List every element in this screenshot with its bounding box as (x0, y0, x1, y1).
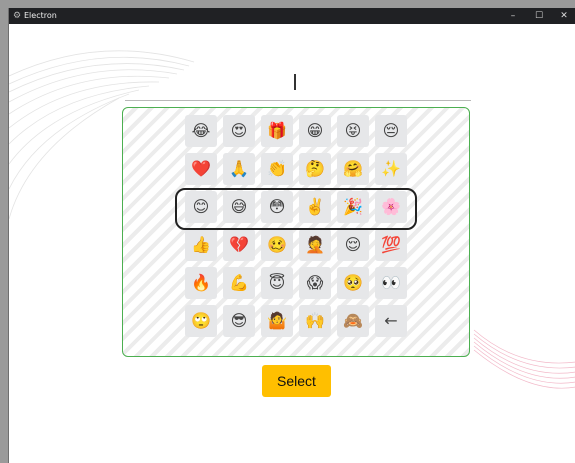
selected-row-highlight (175, 188, 417, 230)
emoji-button[interactable]: 😍 (223, 115, 255, 147)
backspace-arrow-icon: ← (384, 311, 398, 330)
emoji-glyph: ❤️ (191, 159, 211, 178)
emoji-glyph: 😍 (230, 121, 248, 140)
emoji-glyph: 🙄 (191, 311, 211, 330)
close-button[interactable]: ✕ (552, 8, 575, 24)
emoji-glyph: 👀 (381, 273, 401, 292)
select-button[interactable]: Select (262, 365, 331, 397)
emoji-button[interactable]: 💪 (223, 267, 255, 299)
emoji-button[interactable]: 😇 (261, 267, 293, 299)
emoji-button[interactable]: 😔 (375, 115, 407, 147)
emoji-glyph: 😝 (344, 121, 362, 140)
emoji-button[interactable]: 🤗 (337, 153, 369, 185)
emoji-button[interactable]: 👏 (261, 153, 293, 185)
emoji-glyph: 🙌 (305, 311, 325, 330)
emoji-glyph: 😔 (382, 121, 400, 140)
backspace-button[interactable]: ← (375, 305, 407, 337)
emoji-button[interactable]: 😂 (185, 115, 217, 147)
text-cursor (294, 74, 296, 90)
main-content: 😂 😍 🎁 😁 😝 😔 ❤️ 🙏 👏 🤔 🤗 ✨ 😊 😅 😳 ✌️ 🎉 🌸 👍 💔 🥴 🤦 😌 💯 🔥 💪 😇 😱 🥺 👀 🙄 😎 🤷 🙌 🙈 ← S… (9, 24, 575, 463)
emoji-button[interactable]: 😌 (337, 229, 369, 261)
emoji-glyph: ✨ (381, 159, 401, 178)
emoji-button[interactable]: 😎 (223, 305, 255, 337)
emoji-button[interactable]: 🙌 (299, 305, 331, 337)
emoji-glyph: 🔥 (191, 273, 211, 292)
emoji-glyph: 😎 (230, 311, 248, 330)
emoji-glyph: 😇 (268, 273, 286, 292)
emoji-glyph: 😂 (191, 121, 211, 140)
emoji-button[interactable]: 🙄 (185, 305, 217, 337)
emoji-button[interactable]: ✨ (375, 153, 407, 185)
emoji-panel (122, 107, 470, 357)
emoji-glyph: 🥺 (343, 273, 363, 292)
emoji-glyph: 🙏 (229, 159, 249, 178)
emoji-button[interactable]: 🥺 (337, 267, 369, 299)
emoji-glyph: 💔 (229, 235, 249, 254)
emoji-button[interactable]: ❤️ (185, 153, 217, 185)
app-window: ⚙ Electron – ☐ ✕ 😂 😍 🎁 😁 😝 😔 ❤️ 🙏 👏 🤔 🤗 … (8, 8, 575, 463)
title-bar: ⚙ Electron – ☐ ✕ (9, 8, 575, 24)
emoji-text-input[interactable] (125, 68, 471, 101)
emoji-button[interactable]: 👀 (375, 267, 407, 299)
emoji-glyph: 💯 (381, 235, 401, 254)
emoji-button[interactable]: 🤦 (299, 229, 331, 261)
emoji-button[interactable]: 🔥 (185, 267, 217, 299)
emoji-glyph: 😱 (306, 273, 324, 292)
emoji-button[interactable]: 😁 (299, 115, 331, 147)
gear-icon: ⚙ (13, 11, 22, 21)
emoji-glyph: 😌 (344, 235, 362, 254)
emoji-glyph: 🥴 (267, 235, 287, 254)
emoji-glyph: 🎁 (267, 121, 287, 140)
minimize-button[interactable]: – (501, 8, 525, 24)
emoji-glyph: 👏 (267, 159, 287, 178)
emoji-button[interactable]: 🤷 (261, 305, 293, 337)
emoji-button[interactable]: 🎁 (261, 115, 293, 147)
emoji-button[interactable]: 💔 (223, 229, 255, 261)
maximize-button[interactable]: ☐ (527, 8, 551, 24)
emoji-glyph: 💪 (229, 273, 249, 292)
emoji-glyph: 👍 (191, 235, 211, 254)
emoji-glyph: 🤷 (267, 311, 287, 330)
emoji-button[interactable]: 🙈 (337, 305, 369, 337)
emoji-button[interactable]: 😝 (337, 115, 369, 147)
emoji-button[interactable]: 🥴 (261, 229, 293, 261)
window-title: Electron (24, 11, 57, 20)
emoji-button[interactable]: 😱 (299, 267, 331, 299)
emoji-button[interactable]: 🙏 (223, 153, 255, 185)
emoji-button[interactable]: 🤔 (299, 153, 331, 185)
emoji-glyph: 🙈 (343, 311, 363, 330)
emoji-glyph: 😁 (306, 121, 324, 140)
emoji-button[interactable]: 💯 (375, 229, 407, 261)
emoji-glyph: 🤦 (305, 235, 325, 254)
emoji-glyph: 🤗 (343, 159, 363, 178)
emoji-button[interactable]: 👍 (185, 229, 217, 261)
emoji-glyph: 🤔 (305, 159, 325, 178)
